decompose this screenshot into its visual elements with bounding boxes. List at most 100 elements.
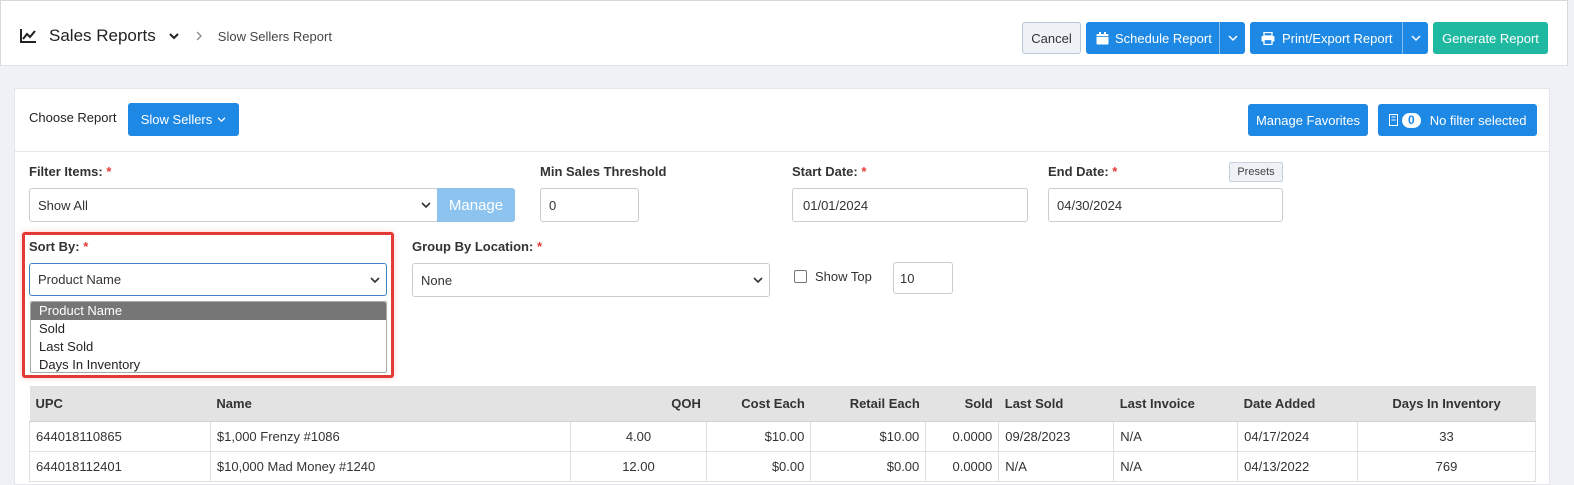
chevron-down-icon xyxy=(753,277,763,284)
cell-days-in-inventory: 769 xyxy=(1357,450,1536,482)
col-last-sold[interactable]: Last Sold xyxy=(998,386,1114,422)
group-by-value: None xyxy=(421,272,453,288)
min-threshold-label: Min Sales Threshold xyxy=(540,164,667,179)
cell-last-sold: N/A xyxy=(998,450,1115,482)
top-bar: Sales Reports Slow Sellers Report Cancel… xyxy=(0,0,1568,66)
cell-last-invoice: N/A xyxy=(1113,450,1239,482)
cell-name: $1,000 Frenzy #1086 xyxy=(209,420,571,452)
show-top-checkbox[interactable] xyxy=(794,270,807,283)
report-select-label: Slow Sellers xyxy=(140,112,213,127)
page-title[interactable]: Sales Reports xyxy=(49,26,156,46)
show-top-label: Show Top xyxy=(815,269,872,284)
cell-upc: 644018110865 xyxy=(29,420,211,452)
cell-name: $10,000 Mad Money #1240 xyxy=(209,450,571,482)
col-retail-each[interactable]: Retail Each xyxy=(810,386,926,422)
sort-by-value: Product Name xyxy=(38,272,122,287)
filter-items-label: Filter Items: * xyxy=(29,164,112,179)
printer-icon xyxy=(1261,31,1275,45)
filter-icon xyxy=(1389,114,1398,126)
sort-option-days-in-inventory[interactable]: Days In Inventory xyxy=(31,356,386,374)
cell-retail-each: $0.00 xyxy=(810,450,927,482)
cancel-button-label: Cancel xyxy=(1031,30,1072,46)
col-cost-each[interactable]: Cost Each xyxy=(706,386,811,422)
manage-favorites-button[interactable]: Manage Favorites xyxy=(1248,104,1368,136)
show-top-input[interactable]: 10 xyxy=(893,262,953,294)
choose-report-label: Choose Report xyxy=(29,110,117,125)
cell-sold: 0.0000 xyxy=(925,450,1000,482)
cell-sold: 0.0000 xyxy=(925,420,1000,452)
cell-days-in-inventory: 33 xyxy=(1357,420,1536,452)
cell-qoh: 4.00 xyxy=(569,420,708,452)
col-last-invoice[interactable]: Last Invoice xyxy=(1113,386,1238,422)
chevron-right-icon xyxy=(196,31,202,41)
print-export-dropdown[interactable] xyxy=(1402,22,1428,54)
chevron-down-icon xyxy=(421,202,431,209)
print-export-button[interactable]: Print/Export Report xyxy=(1250,22,1428,54)
col-sold[interactable]: Sold xyxy=(925,386,999,422)
presets-button[interactable]: Presets xyxy=(1229,162,1283,182)
end-date-label: End Date: * xyxy=(1048,164,1118,179)
end-date-input[interactable]: 04/30/2024 xyxy=(1048,188,1283,222)
report-select-button[interactable]: Slow Sellers xyxy=(128,103,239,136)
min-threshold-value: 0 xyxy=(549,197,557,213)
col-name[interactable]: Name xyxy=(210,386,571,422)
start-date-value: 01/01/2024 xyxy=(803,197,869,213)
table-row[interactable]: 644018112401 $10,000 Mad Money #1240 12.… xyxy=(29,450,1536,482)
start-date-input[interactable]: 01/01/2024 xyxy=(792,188,1028,222)
filter-items-select[interactable]: Show All xyxy=(29,188,438,222)
results-table: UPC Name QOH Cost Each Retail Each Sold … xyxy=(29,386,1536,482)
sort-option-last-sold[interactable]: Last Sold xyxy=(31,338,386,356)
start-date-label: Start Date: * xyxy=(792,164,867,179)
sort-option-sold[interactable]: Sold xyxy=(31,320,386,338)
sort-by-label: Sort By: * xyxy=(29,239,89,254)
breadcrumb: Sales Reports Slow Sellers Report xyxy=(19,25,332,47)
presets-label: Presets xyxy=(1237,166,1275,178)
breadcrumb-current: Slow Sellers Report xyxy=(217,28,332,44)
generate-report-label: Generate Report xyxy=(1442,30,1539,46)
cell-retail-each: $10.00 xyxy=(810,420,927,452)
manage-items-button[interactable]: Manage xyxy=(437,188,515,222)
cell-upc: 644018112401 xyxy=(29,450,211,482)
schedule-report-button[interactable]: Schedule Report xyxy=(1086,22,1245,54)
print-export-label: Print/Export Report xyxy=(1282,30,1393,46)
col-days-in-inventory[interactable]: Days In Inventory xyxy=(1357,386,1536,422)
schedule-report-dropdown[interactable] xyxy=(1219,22,1245,54)
end-date-value: 04/30/2024 xyxy=(1057,197,1123,213)
manage-favorites-label: Manage Favorites xyxy=(1255,112,1361,128)
filter-status-label: No filter selected xyxy=(1429,112,1527,128)
chevron-down-icon xyxy=(1227,35,1238,42)
chevron-down-icon xyxy=(370,276,380,283)
col-upc[interactable]: UPC xyxy=(29,386,211,422)
cell-date-added: 04/17/2024 xyxy=(1237,420,1359,452)
sort-by-dropdown: Product Name Sold Last Sold Days In Inve… xyxy=(30,301,387,373)
col-qoh[interactable]: QOH xyxy=(570,386,707,422)
calendar-icon xyxy=(1096,31,1109,44)
filter-status-button[interactable]: 0 No filter selected xyxy=(1378,104,1537,136)
schedule-report-label: Schedule Report xyxy=(1115,30,1212,46)
table-row[interactable]: 644018110865 $1,000 Frenzy #1086 4.00 $1… xyxy=(29,420,1536,452)
cell-qoh: 12.00 xyxy=(569,450,708,482)
cancel-button[interactable]: Cancel xyxy=(1022,22,1081,54)
sort-by-select[interactable]: Product Name xyxy=(29,263,387,296)
filter-count-badge: 0 xyxy=(1402,112,1421,128)
manage-items-label: Manage xyxy=(448,196,504,214)
col-date-added[interactable]: Date Added xyxy=(1237,386,1358,422)
cell-cost-each: $0.00 xyxy=(706,450,812,482)
table-header-row: UPC Name QOH Cost Each Retail Each Sold … xyxy=(29,386,1536,422)
cell-date-added: 04/13/2022 xyxy=(1237,450,1359,482)
chevron-down-icon xyxy=(217,117,226,123)
line-chart-icon xyxy=(20,29,36,43)
cell-cost-each: $10.00 xyxy=(706,420,812,452)
cell-last-sold: 09/28/2023 xyxy=(998,420,1115,452)
cell-last-invoice: N/A xyxy=(1113,420,1239,452)
show-top-value: 10 xyxy=(900,270,915,286)
sort-option-product-name[interactable]: Product Name xyxy=(31,302,386,320)
generate-report-button[interactable]: Generate Report xyxy=(1433,22,1548,54)
report-selector-bar: Choose Report Slow Sellers Manage Favori… xyxy=(15,89,1549,152)
group-by-label: Group By Location: * xyxy=(412,239,543,254)
chevron-down-icon xyxy=(1410,35,1421,42)
min-threshold-input[interactable]: 0 xyxy=(540,188,639,222)
group-by-select[interactable]: None xyxy=(412,263,770,297)
chevron-down-icon[interactable] xyxy=(168,30,180,42)
filter-items-value: Show All xyxy=(38,197,88,213)
